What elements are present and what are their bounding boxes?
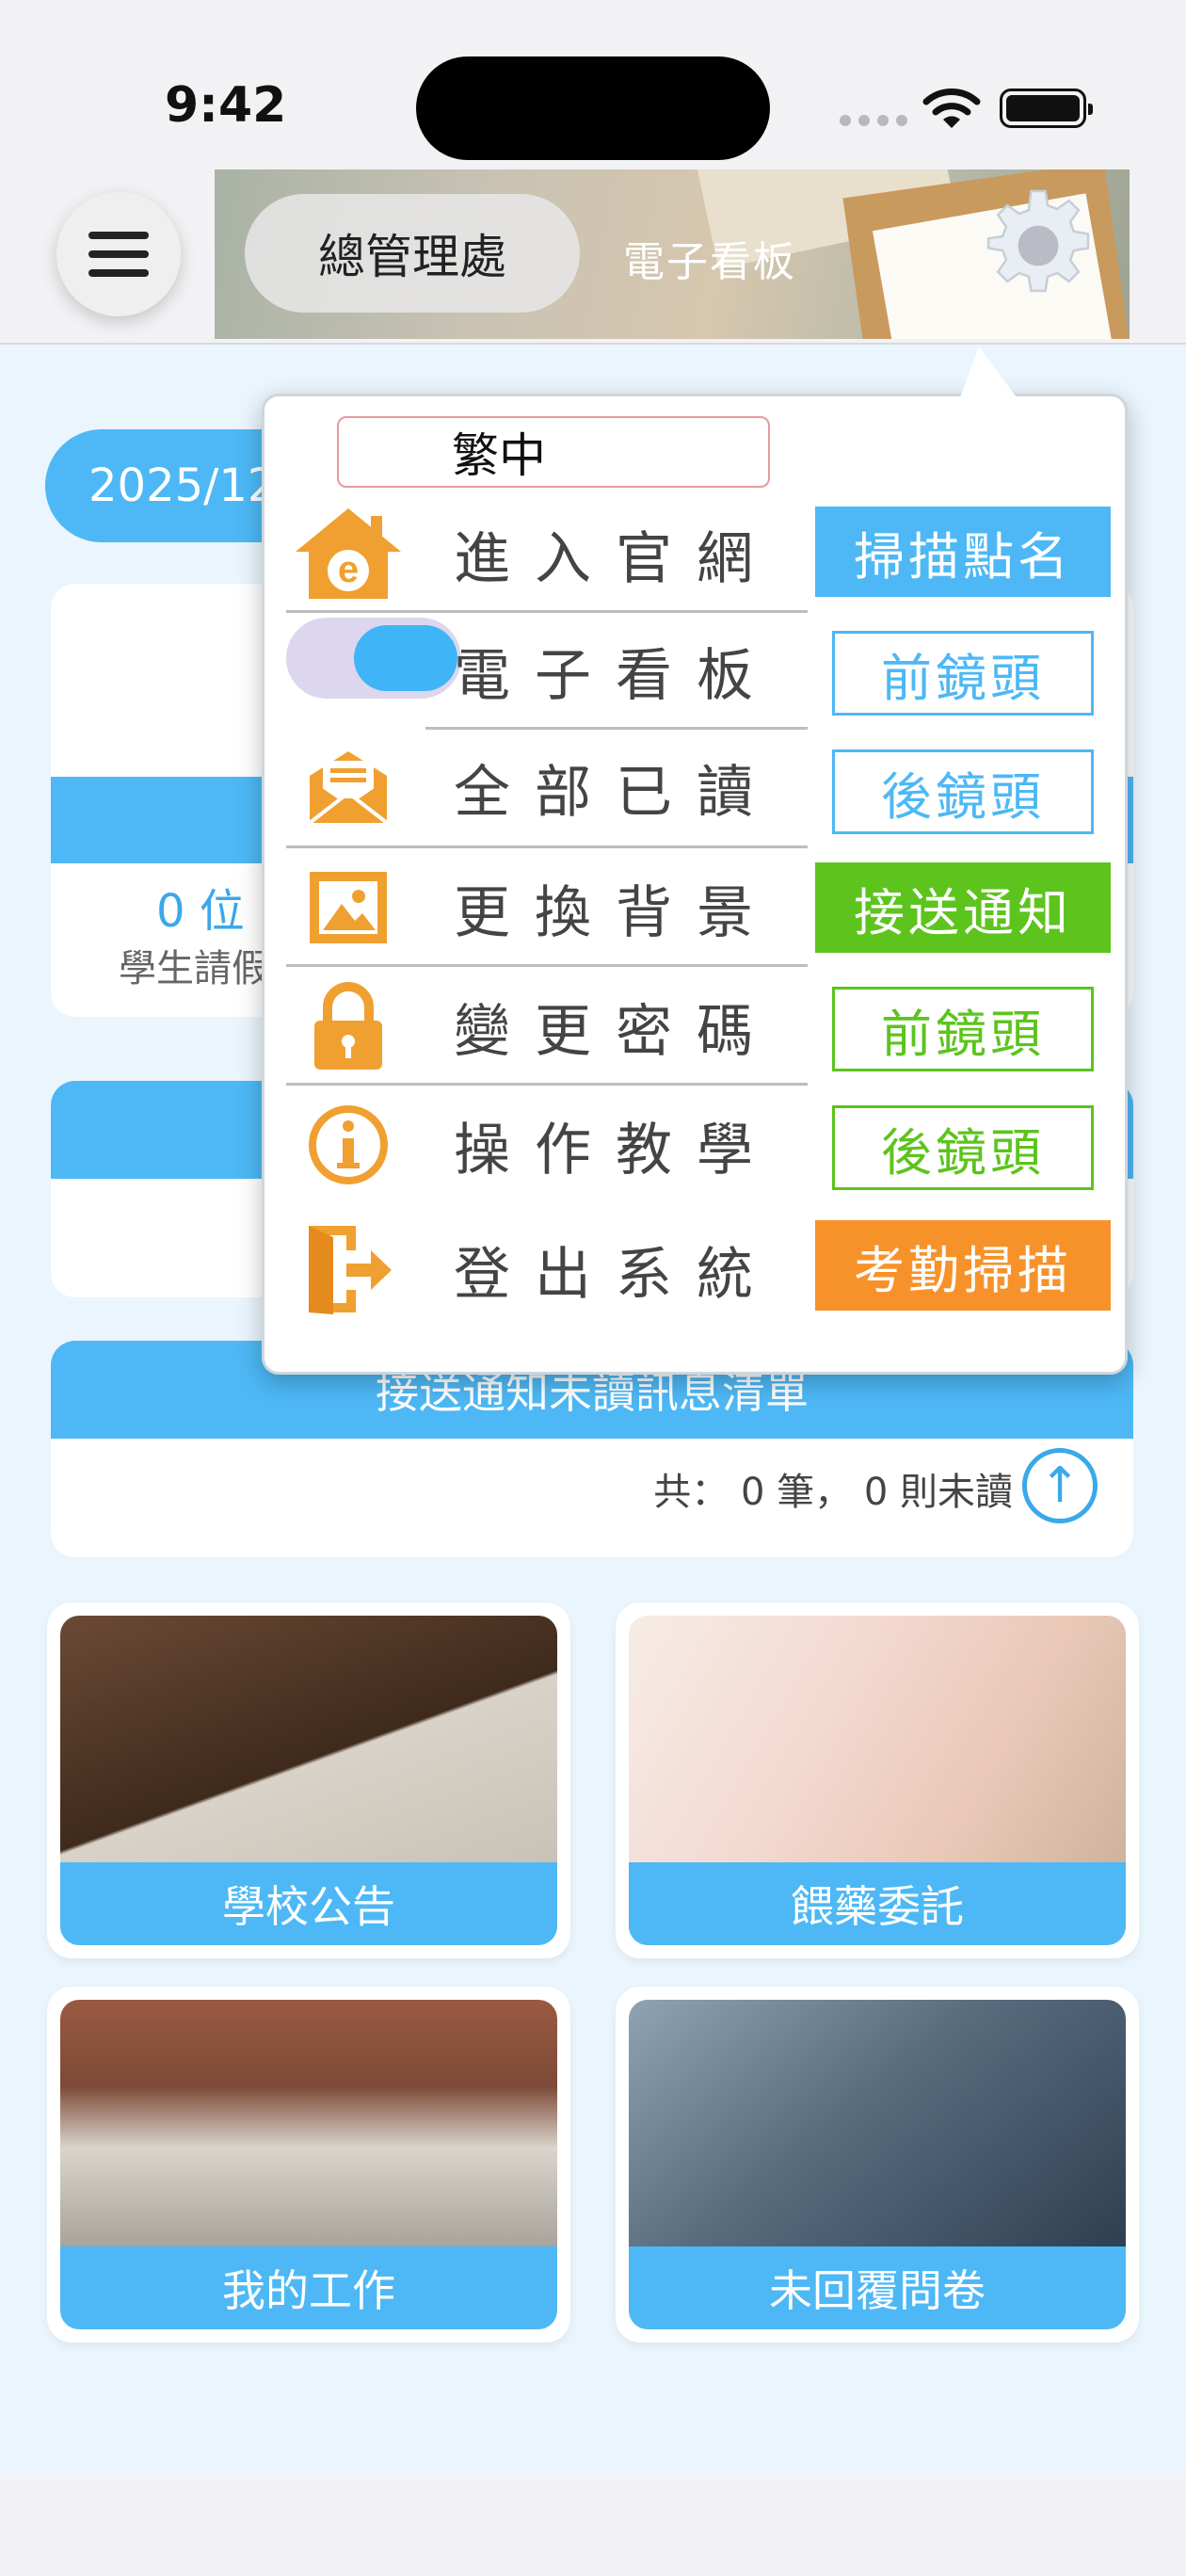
front-camera-tag[interactable]: 前鏡頭 xyxy=(832,631,1094,716)
menu-item-website[interactable]: e 進入官網 xyxy=(282,497,809,610)
school-name-button[interactable]: 總管理處 xyxy=(245,194,580,313)
leave-count-label: 學生請假 xyxy=(119,947,269,990)
scan-attendance-tag[interactable]: 掃描點名 xyxy=(815,507,1111,597)
menu-item-change-password[interactable]: 變更密碼 xyxy=(282,970,809,1083)
leave-count: 0 位 xyxy=(156,885,245,938)
rear-camera-tag[interactable]: 後鏡頭 xyxy=(832,1105,1094,1190)
signal-dots-icon xyxy=(840,115,907,126)
menu-item-tutorial[interactable]: 操作教學 xyxy=(282,1088,809,1201)
menu-item-label: 操作教學 xyxy=(454,1117,777,1183)
dynamic-island xyxy=(416,56,770,160)
pickup-notice-tag[interactable]: 接送通知 xyxy=(815,862,1111,953)
tile-label: 未回覆問卷 xyxy=(629,2246,1126,2329)
tile-my-work[interactable]: 我的工作 xyxy=(47,1987,570,2343)
menu-item-label: 電子看板 xyxy=(454,642,777,709)
info-icon xyxy=(282,1093,414,1197)
house-e-icon: e xyxy=(282,502,414,605)
menu-item-change-background[interactable]: 更換背景 xyxy=(282,851,809,964)
language-selector[interactable]: 繁中 xyxy=(337,416,770,488)
svg-text:e: e xyxy=(338,549,359,590)
tile-label: 我的工作 xyxy=(60,2246,557,2329)
menu-item-label: 進入官網 xyxy=(454,525,777,592)
tile-medicine-request[interactable]: 餵藥委託 xyxy=(616,1602,1139,1958)
child-medicine-photo xyxy=(629,1616,1126,1862)
tile-school-announcement[interactable]: 學校公告 xyxy=(47,1602,570,1958)
popup-pointer xyxy=(960,346,1017,397)
team-meeting-photo xyxy=(60,2000,557,2246)
menu-item-logout[interactable]: 登出系統 xyxy=(282,1213,809,1326)
menu-item-label: 全部已讀 xyxy=(454,759,777,826)
front-camera-tag[interactable]: 前鏡頭 xyxy=(832,987,1094,1071)
lock-icon xyxy=(282,974,414,1078)
envelope-open-icon xyxy=(282,735,414,839)
menu-item-label: 登出系統 xyxy=(454,1241,777,1308)
menu-divider xyxy=(286,610,808,613)
status-time: 9:42 xyxy=(165,77,287,134)
board-title: 電子看板 xyxy=(623,238,796,286)
picture-icon xyxy=(282,856,414,959)
logout-door-icon xyxy=(282,1217,414,1321)
menu-item-board[interactable]: 電子看板 xyxy=(282,614,809,727)
hamburger-menu-button[interactable] xyxy=(56,192,181,316)
menu-item-label: 變更密碼 xyxy=(454,998,777,1065)
wifi-icon xyxy=(922,89,981,128)
tile-label: 餵藥委託 xyxy=(629,1862,1126,1945)
rear-camera-tag[interactable]: 後鏡頭 xyxy=(832,749,1094,834)
tile-unanswered-survey[interactable]: 未回覆問卷 xyxy=(616,1987,1139,2343)
attendance-scan-tag[interactable]: 考勤掃描 xyxy=(815,1220,1111,1311)
bottom-safe-area xyxy=(0,2476,1186,2576)
gear-icon[interactable] xyxy=(979,186,1098,305)
menu-divider xyxy=(286,1083,808,1086)
pickup-summary: 共： 0 筆， 0 則未讀 xyxy=(653,1471,1013,1514)
notebook-coffee-photo xyxy=(60,1616,557,1862)
battery-icon xyxy=(1000,89,1093,128)
tile-label: 學校公告 xyxy=(60,1862,557,1945)
menu-item-mark-all-read[interactable]: 全部已讀 xyxy=(282,731,809,844)
menu-divider xyxy=(286,845,808,848)
menu-divider xyxy=(286,964,808,967)
arrow-up-icon[interactable]: ↑ xyxy=(1022,1448,1098,1523)
menu-divider xyxy=(425,727,808,730)
typing-keyboard-photo xyxy=(629,2000,1126,2246)
menu-item-label: 更換背景 xyxy=(454,879,777,946)
